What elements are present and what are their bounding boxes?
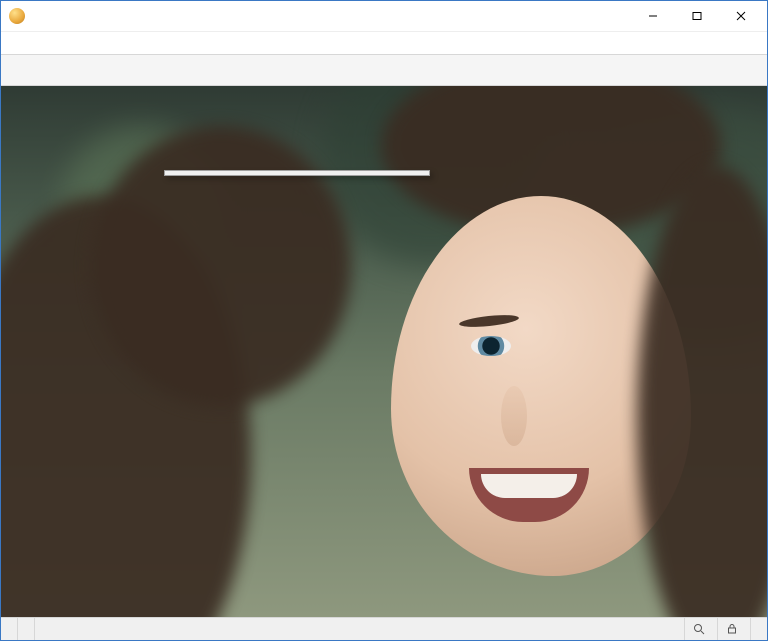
status-zoom [685,618,718,640]
status-dimensions [18,618,35,640]
minimize-button[interactable] [631,2,675,30]
close-button[interactable] [719,2,763,30]
status-index [1,618,18,640]
maximize-button[interactable] [675,2,719,30]
status-format [35,618,685,640]
status-loadtime [751,618,767,640]
status-bar [1,617,767,640]
app-icon [9,8,25,24]
status-profile [718,618,751,640]
menubar [1,31,767,54]
lock-icon [726,623,738,635]
zoom-icon [693,623,705,635]
toolbar [1,54,767,86]
context-menu [164,170,430,176]
image-canvas[interactable] [1,86,767,617]
photo-placeholder [1,86,767,617]
title-bar [1,1,767,31]
